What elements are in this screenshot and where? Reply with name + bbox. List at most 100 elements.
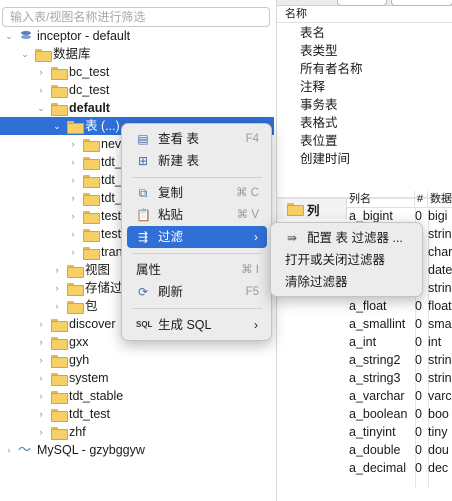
column-header-number[interactable]: # (415, 191, 428, 208)
chevron-right-icon[interactable]: › (67, 243, 79, 261)
menu-item-label: 生成 SQL (158, 318, 212, 332)
table-row[interactable]: a_double 0 dou (347, 441, 452, 459)
menu-item-properties[interactable]: 属性 ⌘ I (127, 259, 267, 281)
table-icon (83, 139, 100, 152)
column-header-name[interactable]: 列名 (347, 191, 415, 208)
cell-num: 0 (415, 317, 422, 331)
cell-type: strin (428, 353, 452, 367)
paste-icon: 📋 (136, 208, 151, 222)
tree-node-tdt-test[interactable]: › tdt_test (0, 405, 274, 423)
menu-item-label: 刷新 (158, 285, 184, 299)
shortcut-label: ⌘ V (236, 209, 259, 221)
table-row[interactable]: a_boolean 0 boo (347, 405, 452, 423)
tree-node-label: gxx (69, 335, 89, 349)
table-row[interactable]: a_varchar 0 varc (347, 387, 452, 405)
mysql-dolphin-icon: 〜 (18, 442, 32, 457)
context-menu: ▤ 查看 表 F4 ⊞ 新建 表 ⧉ 复制 ⌘ C 📋 粘贴 ⌘ V ⇶ 过滤 … (121, 123, 272, 341)
table-row[interactable]: a_smallint 0 sma (347, 315, 452, 333)
chevron-right-icon[interactable]: › (35, 405, 47, 423)
tree-node-label: 包 (85, 299, 98, 313)
refresh-icon: ⟳ (137, 285, 149, 299)
cell-type: boo (428, 407, 449, 421)
column-header-type[interactable]: 数据 (428, 191, 452, 208)
table-row[interactable]: a_int 0 int (347, 333, 452, 351)
tree-node-label: 表 (...) (85, 119, 120, 133)
chevron-right-icon[interactable]: › (67, 225, 79, 243)
chevron-right-icon[interactable]: › (35, 369, 47, 387)
menu-item-filter[interactable]: ⇶ 过滤 › (127, 226, 267, 248)
tree-node-bc-test[interactable]: › bc_test (0, 63, 274, 81)
tree-node-databases[interactable]: ⌄ 数据库 (0, 45, 274, 63)
tree-node-zhf[interactable]: › zhf (0, 423, 274, 441)
menu-item-label: 属性 (136, 263, 162, 277)
menu-item-label: 过滤 (158, 230, 184, 244)
chevron-down-icon[interactable]: ⌄ (51, 117, 63, 135)
new-table-icon: ⊞ (137, 154, 149, 168)
table-row[interactable]: a_float 0 float (347, 297, 452, 315)
hadoop-elephant-icon (19, 30, 33, 42)
table-row[interactable]: a_string2 0 strin (347, 351, 452, 369)
menu-item-refresh[interactable]: ⟳ 刷新 F5 (127, 281, 267, 303)
menu-separator (132, 308, 262, 309)
property-label: 表位置 (300, 134, 338, 148)
menu-item-new-table[interactable]: ⊞ 新建 表 (127, 150, 267, 172)
menu-item-clear-filter[interactable]: 清除过滤器 (276, 271, 418, 293)
folder-icon (51, 103, 68, 116)
chevron-down-icon[interactable]: ⌄ (19, 45, 31, 63)
columns-label: 列 (307, 204, 320, 218)
tree-node-system[interactable]: › system (0, 369, 274, 387)
menu-item-view-table[interactable]: ▤ 查看 表 F4 (127, 128, 267, 150)
chevron-right-icon[interactable]: › (67, 135, 79, 153)
columns-tree-item[interactable]: 列 (277, 199, 347, 219)
property-label: 表名 (300, 26, 326, 40)
tree-node-inceptor[interactable]: ⌄ inceptor - default (0, 27, 274, 45)
chevron-right-icon[interactable]: › (35, 81, 47, 99)
table-filter-input[interactable]: 输入表/视图名称进行筛选 (2, 7, 270, 27)
tree-node-label: tdt_test (69, 407, 110, 421)
folder-icon (51, 319, 68, 332)
chevron-right-icon[interactable]: › (3, 441, 15, 459)
folder-icon (51, 409, 68, 422)
chevron-right-icon[interactable]: › (35, 351, 47, 369)
table-row[interactable]: a_tinyint 0 tiny (347, 423, 452, 441)
chevron-right-icon[interactable]: › (51, 261, 63, 279)
chevron-right-icon[interactable]: › (35, 63, 47, 81)
chevron-down-icon[interactable]: ⌄ (3, 27, 15, 45)
tree-node-mysql[interactable]: › 〜 MySQL - gzybggyw (0, 441, 274, 459)
chevron-down-icon[interactable]: ⌄ (35, 99, 47, 117)
chevron-right-icon: › (254, 318, 258, 332)
folder-icon (35, 49, 52, 62)
tree-node-tdt-stable[interactable]: › tdt_stable (0, 387, 274, 405)
chevron-right-icon[interactable]: › (67, 207, 79, 225)
chevron-right-icon[interactable]: › (51, 279, 63, 297)
table-icon (83, 247, 100, 260)
chevron-right-icon[interactable]: › (51, 297, 63, 315)
property-label: 表类型 (300, 44, 338, 58)
menu-item-configure-filter[interactable]: ⇛ 配置 表 过滤器 ... (276, 227, 418, 249)
cell-name: a_tinyint (349, 425, 396, 439)
menu-item-generate-sql[interactable]: SQL 生成 SQL › (127, 314, 267, 336)
chevron-right-icon[interactable]: › (67, 153, 79, 171)
menu-item-copy[interactable]: ⧉ 复制 ⌘ C (127, 182, 267, 204)
chevron-right-icon[interactable]: › (67, 189, 79, 207)
tree-node-gyh[interactable]: › gyh (0, 351, 274, 369)
tree-node-default[interactable]: ⌄ default (0, 99, 274, 117)
tree-node-label: discover (69, 317, 116, 331)
menu-item-paste[interactable]: 📋 粘贴 ⌘ V (127, 204, 267, 226)
table-row[interactable]: a_string3 0 strin (347, 369, 452, 387)
chevron-right-icon[interactable]: › (35, 315, 47, 333)
shortcut-label: F5 (245, 286, 259, 298)
folder-icon (67, 283, 84, 296)
cell-name: a_string2 (349, 353, 401, 367)
chevron-right-icon[interactable]: › (35, 387, 47, 405)
cell-type: varc (428, 389, 452, 403)
menu-item-toggle-filter[interactable]: 打开或关闭过滤器 (276, 249, 418, 271)
shortcut-label: ⌘ C (236, 187, 259, 199)
folder-icon (67, 121, 84, 134)
table-row[interactable]: a_decimal 0 dec (347, 459, 452, 477)
folder-icon (51, 391, 68, 404)
chevron-right-icon[interactable]: › (35, 333, 47, 351)
chevron-right-icon[interactable]: › (67, 171, 79, 189)
tree-node-dc-test[interactable]: › dc_test (0, 81, 274, 99)
chevron-right-icon[interactable]: › (35, 423, 47, 441)
